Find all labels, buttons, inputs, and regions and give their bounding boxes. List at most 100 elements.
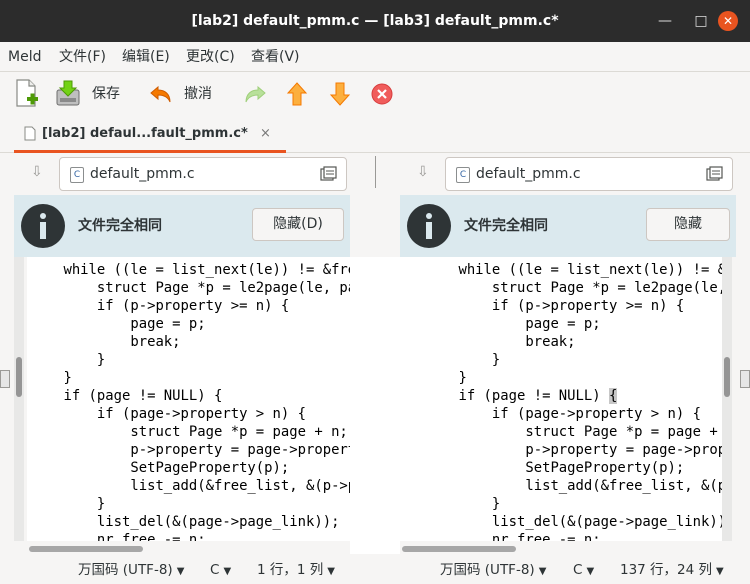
- right-filename: default_pmm.c: [476, 166, 581, 182]
- right-code-text: while ((le = list_next(le)) != &free_lis…: [425, 261, 722, 541]
- redo-icon[interactable]: [242, 78, 268, 110]
- c-file-icon: C: [70, 167, 84, 183]
- menu-file[interactable]: 文件(F): [59, 42, 106, 72]
- tab-label: [lab2] defaul...fault_pmm.c*: [42, 126, 248, 141]
- menu-edit[interactable]: 编辑(E): [122, 42, 170, 72]
- left-code-pane[interactable]: while ((le = list_next(le)) != &free_lis…: [27, 257, 350, 541]
- code-line: }: [30, 352, 106, 368]
- code-line: if (page->property > n) {: [30, 406, 306, 422]
- code-line: list_del(&(page->page_link));: [30, 514, 340, 530]
- tab-comparison[interactable]: [lab2] defaul...fault_pmm.c* ×: [14, 117, 286, 153]
- code-line: break;: [425, 334, 576, 350]
- menu-meld[interactable]: Meld: [8, 42, 41, 72]
- down-arrow-icon[interactable]: [327, 78, 353, 110]
- info-icon: [407, 204, 451, 248]
- code-line: while ((le = list_next(le)) != &free_lis…: [63, 262, 350, 278]
- code-line: struct Page *p = le2page(le, page_link);: [491, 280, 722, 296]
- tab-bar: [lab2] defaul...fault_pmm.c* ×: [0, 117, 750, 153]
- right-sync-arrow-icon[interactable]: ⇩: [417, 164, 429, 180]
- right-language-label: C: [573, 562, 583, 578]
- code-line: p->property = page->property - n;: [130, 442, 350, 458]
- chevron-down-icon: ▼: [176, 566, 185, 577]
- code-line: }: [425, 496, 501, 512]
- diff-map-gap: [350, 257, 400, 554]
- left-file-field[interactable]: C default_pmm.c: [59, 157, 347, 191]
- pane-separator: [375, 156, 376, 188]
- code-line: SetPageProperty(p);: [30, 460, 290, 476]
- browse-folder-icon[interactable]: [320, 166, 338, 182]
- close-window-button[interactable]: ✕: [713, 0, 743, 42]
- right-info-text: 文件完全相同: [464, 218, 548, 234]
- chevron-down-icon: ▼: [223, 566, 232, 577]
- browse-folder-icon[interactable]: [706, 166, 724, 182]
- right-code-pane[interactable]: while ((le = list_next(le)) != &free_lis…: [400, 257, 722, 541]
- save-icon[interactable]: [55, 78, 81, 110]
- menu-view[interactable]: 查看(V): [251, 42, 300, 72]
- info-icon: [21, 204, 65, 248]
- save-button[interactable]: 保存: [92, 72, 120, 117]
- undo-icon[interactable]: [148, 78, 174, 110]
- left-encoding-label: 万国码 (UTF-8): [78, 562, 173, 578]
- code-line: nr_free -= n;: [30, 532, 206, 541]
- new-document-icon[interactable]: [14, 78, 40, 110]
- left-code-text: while ((le = list_next(le)) != &free_lis…: [30, 261, 350, 541]
- code-line: }: [425, 352, 501, 368]
- code-line: if (p->property >= n) {: [425, 298, 685, 314]
- right-encoding-selector[interactable]: 万国码 (UTF-8) ▼: [440, 556, 546, 584]
- code-line: list_del(&(page->page_link));: [425, 514, 722, 530]
- right-edge-handle[interactable]: [740, 370, 750, 388]
- left-sync-arrow-icon[interactable]: ⇩: [31, 164, 43, 180]
- window-title: [lab2] default_pmm.c — [lab3] default_pm…: [191, 13, 559, 29]
- right-language-selector[interactable]: C ▼: [573, 556, 594, 584]
- chevron-down-icon: ▼: [538, 566, 547, 577]
- right-cursor-position[interactable]: 137 行，24 列 ▼: [620, 556, 724, 584]
- code-line: while ((le = list_next(le)) != &free_lis…: [458, 262, 722, 278]
- code-line: }: [425, 370, 467, 386]
- right-vertical-scrollbar[interactable]: [722, 257, 732, 541]
- status-bar: 万国码 (UTF-8) ▼ C ▼ 1 行，1 列 ▼ 万国码 (UTF-8) ▼ C ▼…: [0, 556, 750, 584]
- code-line: SetPageProperty(p);: [425, 460, 685, 476]
- code-line: struct Page *p = le2page(le, page_link);: [96, 280, 350, 296]
- menu-bar: Meld 文件(F) 编辑(E) 更改(C) 查看(V): [0, 42, 750, 72]
- menu-changes[interactable]: 更改(C): [186, 42, 235, 72]
- left-vertical-scrollbar[interactable]: [14, 257, 24, 541]
- left-hide-button[interactable]: 隐藏(D): [252, 208, 344, 241]
- undo-button[interactable]: 撤消: [184, 72, 212, 117]
- left-info-text: 文件完全相同: [78, 218, 162, 234]
- code-line: break;: [30, 334, 181, 350]
- code-line: page = p;: [425, 316, 601, 332]
- title-bar: [lab2] default_pmm.c — [lab3] default_pm…: [0, 0, 750, 42]
- left-info-bar: 文件完全相同 隐藏(D): [14, 195, 350, 257]
- right-hide-button[interactable]: 隐藏: [646, 208, 730, 241]
- chevron-down-icon: ▼: [716, 566, 724, 577]
- toolbar: 保存 撤消: [0, 72, 750, 117]
- left-horizontal-scrollbar[interactable]: [27, 543, 350, 554]
- minimize-button[interactable]: —: [650, 0, 680, 42]
- code-line: if (page != NULL) {: [30, 388, 223, 404]
- code-line: page = p;: [30, 316, 206, 332]
- chevron-down-icon: ▼: [327, 566, 335, 577]
- right-info-bar: 文件完全相同 隐藏: [400, 195, 736, 257]
- up-arrow-icon[interactable]: [284, 78, 310, 110]
- right-position-label: 137 行，24 列: [620, 562, 713, 578]
- left-language-selector[interactable]: C ▼: [210, 556, 231, 584]
- maximize-button[interactable]: □: [686, 0, 716, 42]
- code-line: struct Page *p = page + n;: [425, 424, 722, 440]
- code-line: if (page != NULL) {: [425, 388, 618, 404]
- left-encoding-selector[interactable]: 万国码 (UTF-8) ▼: [78, 556, 184, 584]
- right-horizontal-scrollbar[interactable]: [400, 543, 722, 554]
- stop-icon[interactable]: [369, 78, 395, 110]
- code-line: list_add(&free_list, &(p->page_link));: [525, 478, 722, 494]
- code-line: }: [30, 496, 106, 512]
- document-icon: [24, 126, 36, 141]
- code-line: if (p->property >= n) {: [30, 298, 290, 314]
- bracket-match-highlight: {: [608, 388, 618, 404]
- right-file-field[interactable]: C default_pmm.c: [445, 157, 733, 191]
- tab-close-button[interactable]: ×: [260, 117, 271, 150]
- c-file-icon: C: [456, 167, 470, 183]
- left-language-label: C: [210, 562, 220, 578]
- code-line: nr_free -= n;: [425, 532, 601, 541]
- left-cursor-position[interactable]: 1 行，1 列 ▼: [257, 556, 335, 584]
- left-edge-handle[interactable]: [0, 370, 10, 388]
- left-filename: default_pmm.c: [90, 166, 195, 182]
